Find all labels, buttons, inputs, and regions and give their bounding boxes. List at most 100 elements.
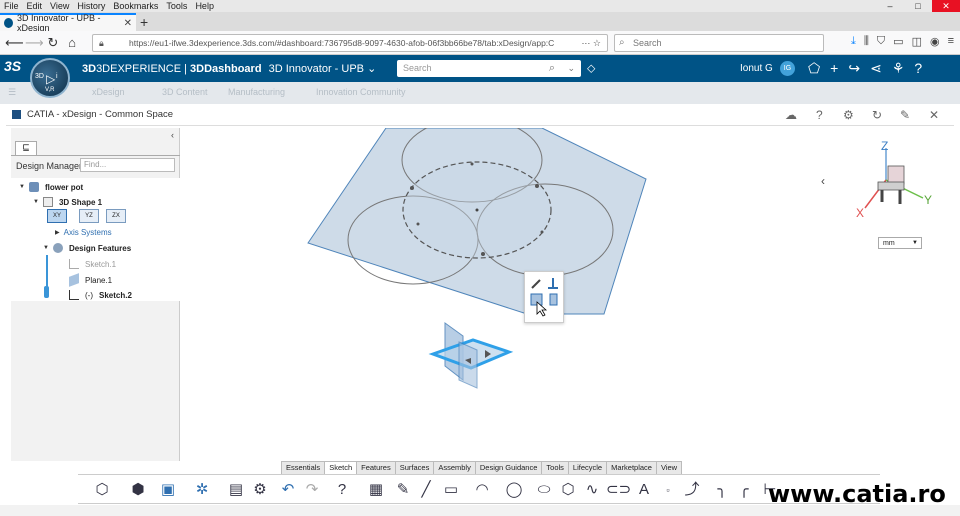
dashboard-tab-4[interactable]: Innovation Community: [316, 87, 406, 97]
platform-title[interactable]: 3D3DEXPERIENCE | 3DDashboard 3D Innovato…: [82, 62, 376, 75]
maximize-icon[interactable]: □: [904, 0, 932, 12]
tab-surfaces[interactable]: Surfaces: [394, 461, 435, 474]
menu-edit[interactable]: Edit: [23, 1, 47, 11]
new-tab-icon[interactable]: +: [140, 14, 148, 30]
cube-icon[interactable]: ⬢: [128, 480, 148, 500]
tree-node-root[interactable]: ▼ flower pot: [19, 182, 83, 192]
dashboard-menu-icon[interactable]: ☰: [8, 87, 16, 98]
tree-node-sketch1[interactable]: Sketch.1: [69, 259, 116, 269]
forward-icon[interactable]: ⟶: [25, 35, 44, 51]
extension-icon[interactable]: ◫: [912, 35, 922, 48]
plane-xy-button[interactable]: XY: [47, 209, 67, 223]
rectangle-icon[interactable]: ▭: [441, 480, 461, 500]
help-icon[interactable]: ?: [816, 108, 823, 122]
center-point[interactable]: [475, 208, 479, 212]
gear-icon[interactable]: ⚙: [843, 108, 854, 122]
sketch-point-5[interactable]: [416, 222, 420, 226]
tab-sketch[interactable]: Sketch: [324, 461, 358, 474]
refresh-icon[interactable]: ↻: [872, 108, 882, 122]
plane-zx-button[interactable]: ZX: [106, 209, 126, 223]
platform-search-input[interactable]: Search ⌕ ⌄: [397, 60, 581, 77]
minimize-icon[interactable]: –: [876, 0, 904, 12]
tab-marketplace[interactable]: Marketplace: [606, 461, 657, 474]
slot-icon[interactable]: ⊂⊃: [606, 480, 631, 500]
fillet-icon[interactable]: ╮: [712, 480, 732, 500]
sketch-point-2[interactable]: [535, 184, 539, 188]
browser-search-input[interactable]: ⌕ Search: [614, 34, 824, 52]
menu-tools[interactable]: Tools: [162, 1, 191, 11]
sketch-point-6[interactable]: [540, 230, 544, 234]
line-icon[interactable]: ╱: [416, 480, 436, 500]
new-shape-icon[interactable]: ⬡: [92, 480, 112, 500]
home-icon[interactable]: ⌂: [64, 35, 80, 51]
tree-find-input[interactable]: Find...: [80, 158, 175, 172]
tab-tools[interactable]: Tools: [541, 461, 569, 474]
download-icon[interactable]: ⤓: [851, 35, 856, 48]
share-icon[interactable]: ↪: [848, 60, 860, 77]
close-icon[interactable]: ✕: [929, 108, 939, 122]
point-icon[interactable]: ▫: [658, 480, 678, 500]
notification-icon[interactable]: ⬠: [808, 60, 820, 77]
tag-icon[interactable]: ⬦: [587, 61, 595, 76]
orientation-widget[interactable]: Z X Y: [855, 140, 937, 222]
plane-offset-icon[interactable]: [530, 293, 543, 306]
collaborate-icon[interactable]: ⋖: [870, 60, 882, 77]
search-icon[interactable]: ⌕: [549, 60, 555, 77]
chevron-left-icon[interactable]: ‹: [821, 174, 825, 188]
tab-assembly[interactable]: Assembly: [433, 461, 476, 474]
units-select[interactable]: mm ▼: [878, 237, 922, 249]
url-bar[interactable]: 🔒︎ https://eu1-ifwe.3dexperience.3ds.com…: [92, 34, 608, 52]
menu-icon[interactable]: ≡: [948, 35, 954, 48]
menu-bookmarks[interactable]: Bookmarks: [109, 1, 162, 11]
tab-design-guidance[interactable]: Design Guidance: [474, 461, 543, 474]
avatar[interactable]: IG: [780, 61, 795, 76]
expand-icon[interactable]: ▼: [33, 199, 39, 205]
browser-tab[interactable]: 3D Innovator - UPB - xDesign ✕: [0, 13, 136, 33]
account-icon[interactable]: ◉: [930, 35, 940, 48]
tree-node-sketch2[interactable]: (-) Sketch.2: [69, 290, 132, 300]
save-icon[interactable]: ▣: [158, 480, 178, 500]
pin-icon[interactable]: ✎: [900, 108, 910, 122]
menu-history[interactable]: History: [73, 1, 109, 11]
properties-icon[interactable]: ▤: [226, 480, 246, 500]
back-icon[interactable]: ⟵: [5, 35, 24, 51]
redo-icon[interactable]: ↷: [302, 480, 322, 500]
sketch-point-1[interactable]: [410, 186, 414, 190]
add-icon[interactable]: +: [830, 60, 838, 77]
library-icon[interactable]: ⫼: [864, 35, 869, 48]
tab-essentials[interactable]: Essentials: [281, 461, 326, 474]
3d-viewport[interactable]: [181, 117, 954, 461]
flip-plane-icon[interactable]: [549, 293, 558, 306]
tree-tab-icon[interactable]: ⊑: [15, 141, 37, 155]
tree-node-plane1[interactable]: Plane.1: [69, 273, 112, 287]
close-tab-icon[interactable]: ✕: [124, 18, 132, 29]
ellipse-icon[interactable]: ⬭: [534, 480, 554, 500]
anchor-icon[interactable]: [548, 278, 558, 289]
collapse-panel-icon[interactable]: ‹: [171, 130, 174, 140]
undo-icon[interactable]: ↶: [278, 480, 298, 500]
origin-planes[interactable]: [428, 322, 514, 389]
spline-icon[interactable]: ∿: [582, 480, 602, 500]
tab-view[interactable]: View: [655, 461, 683, 474]
gear-icon[interactable]: ⚙: [250, 480, 270, 500]
arc-icon[interactable]: ◠: [472, 480, 492, 500]
circle-icon[interactable]: ◯: [504, 480, 524, 500]
sketch-point-3[interactable]: [481, 252, 485, 256]
tree-node-features[interactable]: ▼ Design Features: [43, 243, 131, 253]
expand-icon[interactable]: ▼: [43, 245, 49, 251]
menu-view[interactable]: View: [46, 1, 73, 11]
help-icon[interactable]: ?: [914, 60, 922, 77]
close-window-icon[interactable]: ✕: [932, 0, 960, 12]
tree-node-shape[interactable]: ▼ 3D Shape 1: [33, 197, 102, 207]
menu-file[interactable]: File: [0, 1, 23, 11]
3d-compass[interactable]: 3D ▷ i V,R: [30, 58, 70, 98]
lifecycle-icon[interactable]: ✲: [192, 480, 212, 500]
pencil-icon[interactable]: [531, 279, 541, 289]
help-icon[interactable]: ?: [332, 480, 352, 500]
tree-node-axis[interactable]: ▶ Axis Systems: [55, 228, 112, 237]
polygon-icon[interactable]: ⬡: [558, 480, 578, 500]
dashboard-tab-3[interactable]: Manufacturing: [228, 87, 285, 97]
trim-icon[interactable]: ⤴: [682, 480, 702, 500]
text-icon[interactable]: A: [634, 480, 654, 500]
dashboard-tab-2[interactable]: 3D Content: [162, 87, 208, 97]
